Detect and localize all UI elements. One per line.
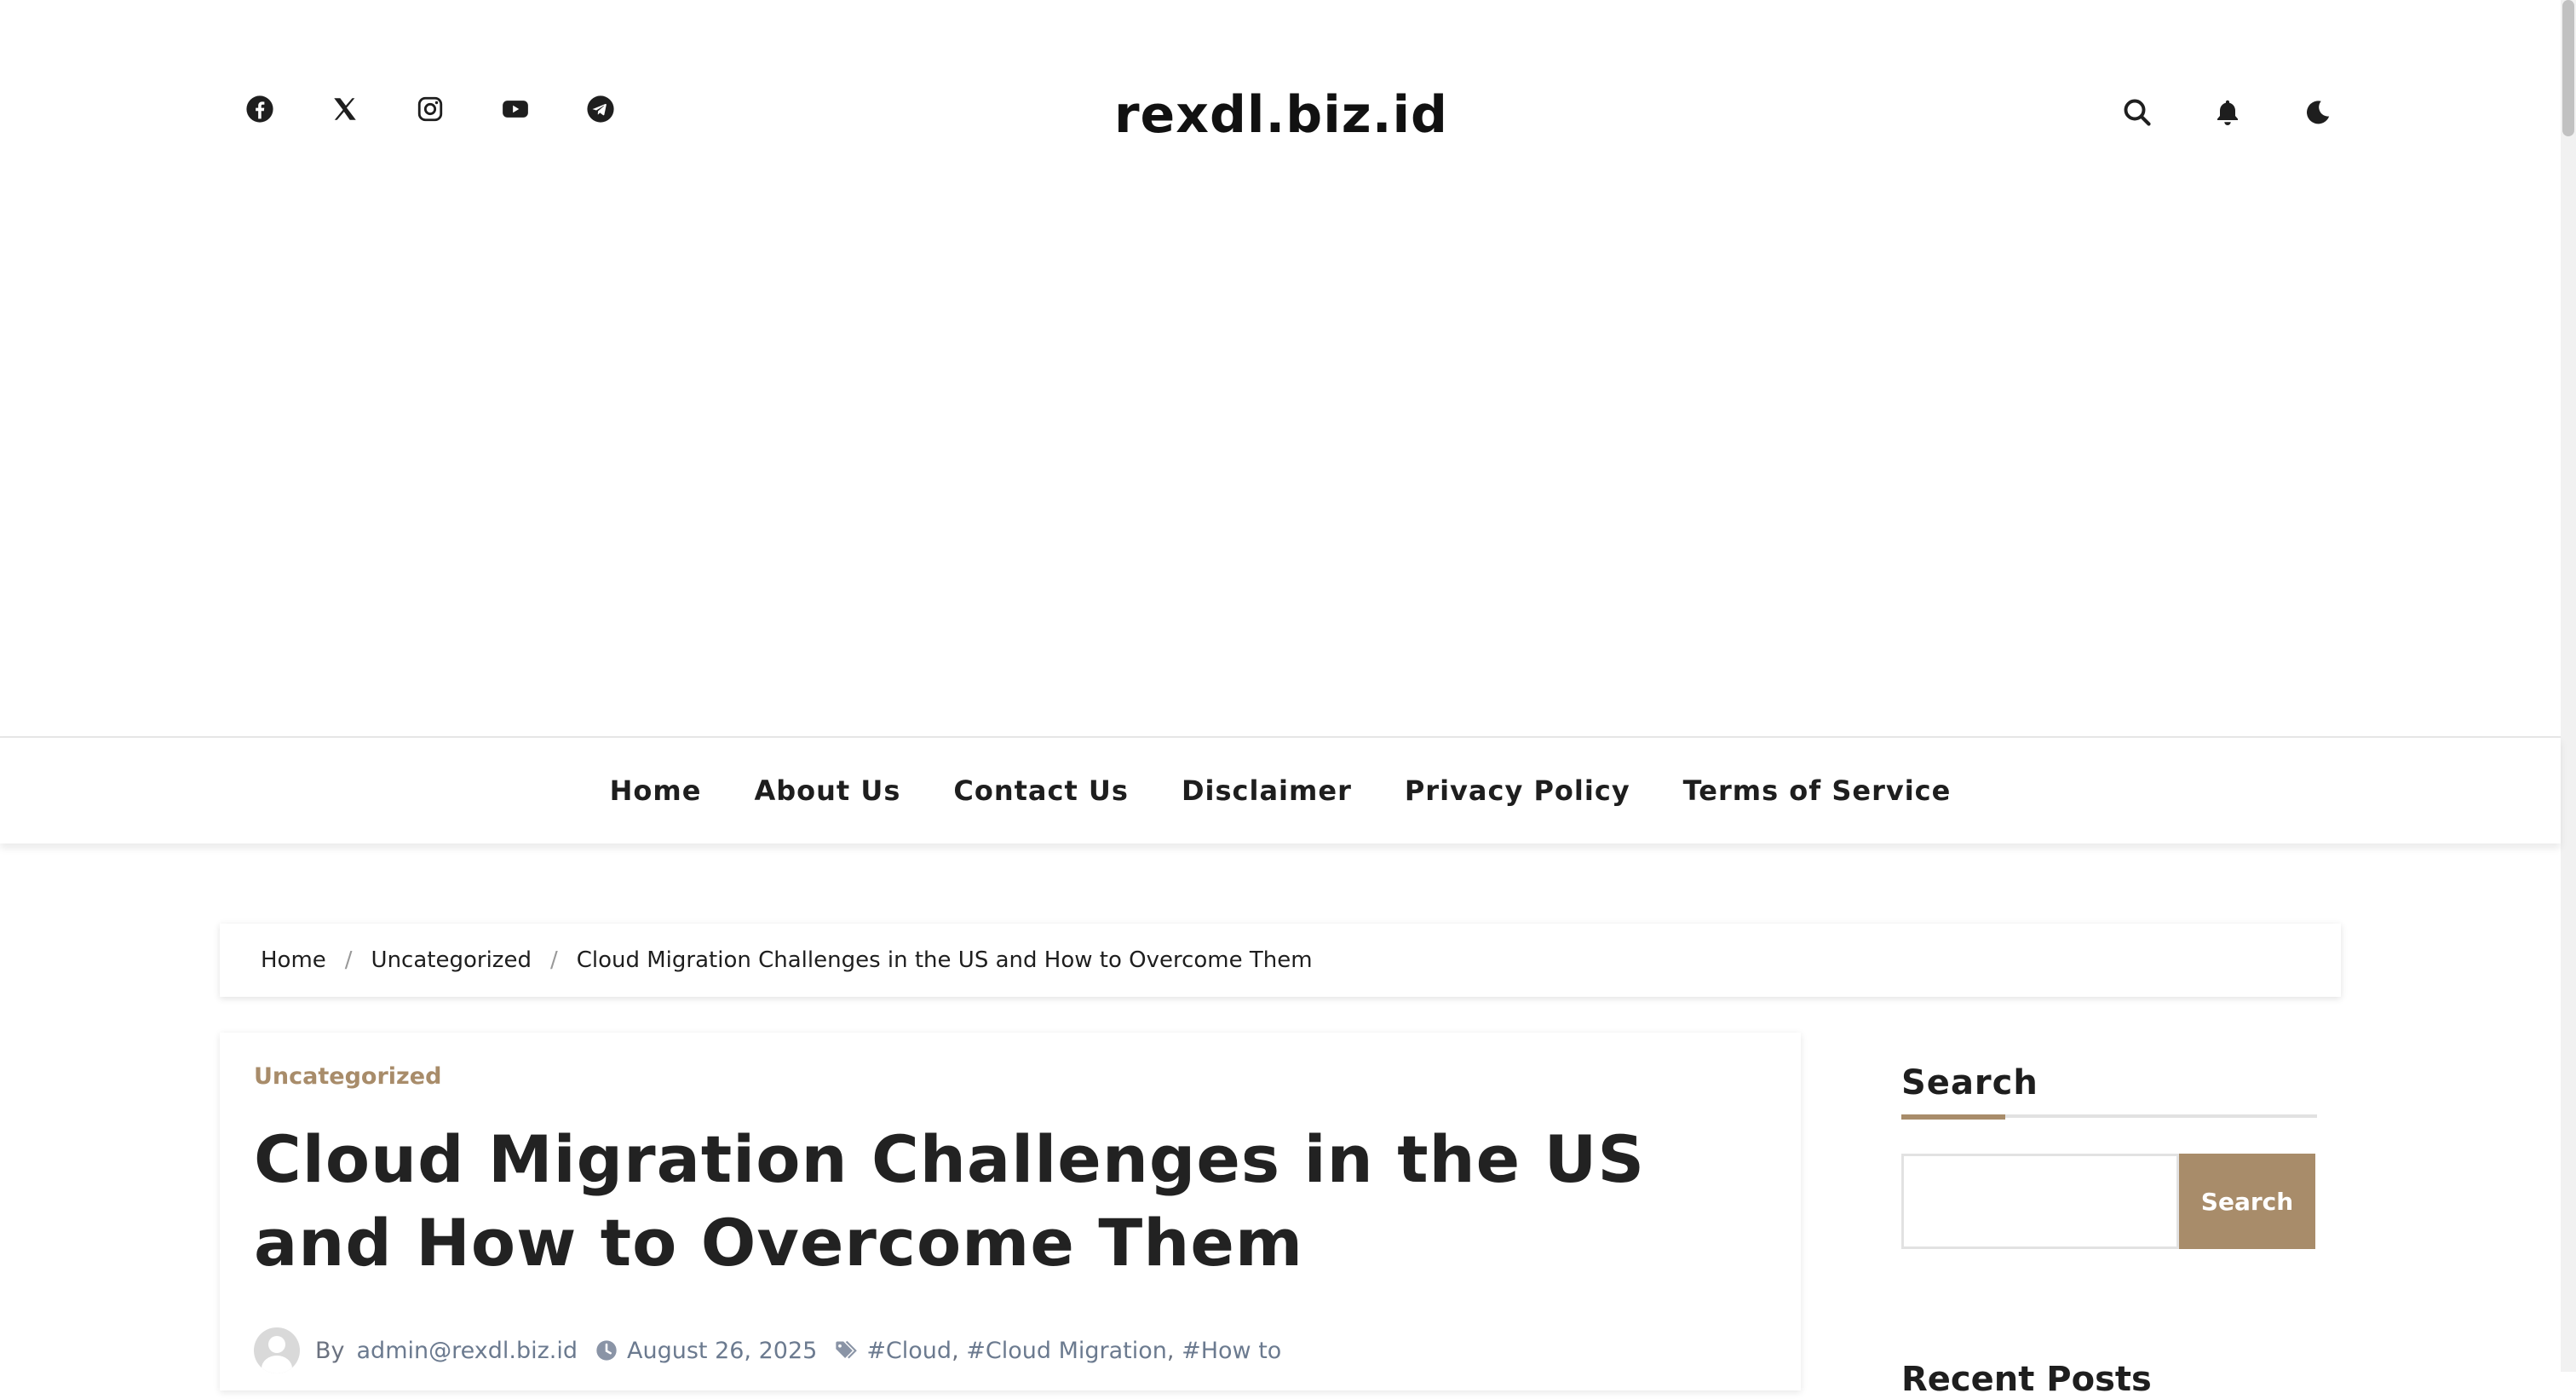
recent-posts-widget-title: Recent Posts [1901,1360,2152,1399]
breadcrumb-separator: / [344,947,353,973]
breadcrumb-current: Cloud Migration Challenges in the US and… [576,947,1313,973]
article-meta: By admin@rexdl.biz.id August 26, 2025 #C… [254,1327,1281,1373]
tags-icon [836,1340,858,1359]
clock-icon [596,1340,617,1361]
article-date[interactable]: August 26, 2025 [627,1338,817,1364]
breadcrumb-category[interactable]: Uncategorized [371,947,532,973]
tag-separator: , [1166,1337,1175,1364]
search-input[interactable] [1901,1154,2179,1249]
nav-item-about-us[interactable]: About Us [754,774,900,807]
nav-item-contact-us[interactable]: Contact Us [953,774,1129,807]
scrollbar-thumb[interactable] [2562,0,2574,136]
widget-title-accent [1901,1114,2005,1120]
breadcrumb-home[interactable]: Home [261,947,326,973]
article-category[interactable]: Uncategorized [254,1063,441,1090]
bell-icon[interactable] [2206,89,2249,136]
breadcrumb: Home / Uncategorized / Cloud Migration C… [220,924,2341,997]
article-title: Cloud Migration Challenges in the US and… [254,1121,1646,1281]
search-widget-title: Search [1901,1063,2038,1103]
tag-link[interactable]: #How to [1182,1338,1281,1364]
moon-icon[interactable] [2297,89,2339,136]
article-card: Uncategorized Cloud Migration Challenges… [220,1033,1801,1390]
nav-item-privacy-policy[interactable]: Privacy Policy [1405,774,1630,807]
author-by-label: By [315,1337,345,1364]
author-link[interactable]: admin@rexdl.biz.id [357,1338,578,1364]
scrollbar-track[interactable] [2561,0,2576,1372]
breadcrumb-separator: / [549,947,558,973]
tag-link[interactable]: #Cloud Migration [966,1338,1167,1364]
search-button[interactable]: Search [2179,1154,2315,1249]
avatar[interactable] [254,1327,300,1373]
nav-item-disclaimer[interactable]: Disclaimer [1182,774,1352,807]
tag-link[interactable]: #Cloud [866,1338,952,1364]
nav-item-terms-of-service[interactable]: Terms of Service [1683,774,1952,807]
nav-item-home[interactable]: Home [610,774,702,807]
tag-separator: , [952,1337,959,1364]
search-icon[interactable] [2116,89,2159,136]
main-navigation: Home About Us Contact Us Disclaimer Priv… [0,736,2561,843]
header-actions [2116,89,2339,136]
